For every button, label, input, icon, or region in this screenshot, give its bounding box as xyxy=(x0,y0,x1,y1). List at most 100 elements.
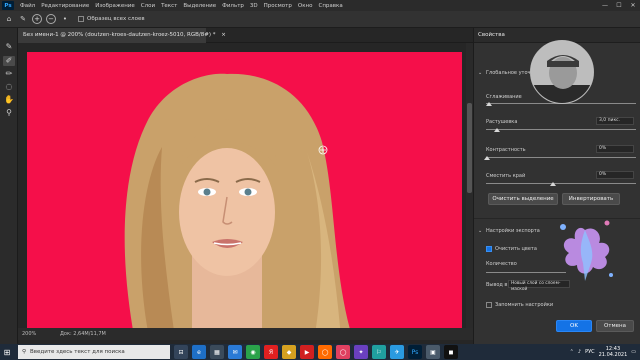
menu-image[interactable]: Изображение xyxy=(92,3,138,9)
menu-type[interactable]: Текст xyxy=(158,3,180,9)
chrome-icon[interactable]: ◉ xyxy=(246,345,260,359)
contrast-slider-knob[interactable] xyxy=(484,156,490,160)
menu-help[interactable]: Справка xyxy=(315,3,345,9)
windows-start-icon[interactable]: ⊞ xyxy=(0,345,14,359)
shift-edge-label: Сместить край xyxy=(486,173,526,179)
language-indicator[interactable]: РУС xyxy=(585,349,595,355)
firefox-icon[interactable]: ◯ xyxy=(318,345,332,359)
clock-date: 21.04.2021 xyxy=(598,352,628,358)
feather-slider-knob[interactable] xyxy=(494,128,500,132)
brush-size-icon[interactable]: • xyxy=(60,14,70,24)
invert-button[interactable]: Инвертировать xyxy=(562,193,620,205)
menu-3d[interactable]: 3D xyxy=(247,3,261,9)
output-settings-label: Настройки экспорта xyxy=(486,228,540,234)
shift-edge-slider[interactable] xyxy=(486,183,636,184)
menu-file[interactable]: Файл xyxy=(17,3,38,9)
brush-preset-icon[interactable]: ✎ xyxy=(18,14,28,24)
refine-edge-brush-icon[interactable]: ✐ xyxy=(3,56,15,66)
shift-edge-value[interactable]: 0% xyxy=(596,171,634,179)
amount-slider[interactable] xyxy=(486,272,566,273)
network-icon[interactable]: ⌃ xyxy=(570,349,574,355)
document-tab[interactable]: Без имени-1 @ 200% (doutzen-kroes-dautze… xyxy=(18,28,226,43)
photoshop-taskbar-icon[interactable]: Ps xyxy=(408,345,422,359)
decontaminate-checkbox[interactable] xyxy=(486,246,492,252)
ok-button[interactable]: OK xyxy=(556,320,592,332)
maximize-button[interactable]: ☐ xyxy=(612,0,626,11)
calculator-icon[interactable]: ▦ xyxy=(210,345,224,359)
shift-edge-slider-knob[interactable] xyxy=(550,182,556,186)
document-tab-bar: Без имени-1 @ 200% (doutzen-kroes-dautze… xyxy=(18,28,473,43)
panel-title: Свойства xyxy=(478,32,505,38)
vertical-scrollbar[interactable] xyxy=(466,43,473,328)
contrast-label: Контрастность xyxy=(486,147,526,153)
subtract-from-selection-icon[interactable]: − xyxy=(46,14,56,24)
feather-value[interactable]: 3,0 пикс. xyxy=(596,117,634,125)
volume-icon[interactable]: ♪ xyxy=(578,349,581,355)
sample-all-layers-label: Образец всех слоев xyxy=(87,16,145,22)
clear-selection-button[interactable]: Очистить выделение xyxy=(488,193,558,205)
task-view-icon[interactable]: ⊟ xyxy=(174,345,188,359)
app2-icon[interactable]: ⚐ xyxy=(372,345,386,359)
menu-select[interactable]: Выделение xyxy=(180,3,219,9)
document-canvas[interactable] xyxy=(27,52,462,328)
smooth-label: Сглаживание xyxy=(486,94,522,100)
output-to-label: Вывод в: xyxy=(486,282,510,288)
document-tab-title: Без имени-1 @ 200% (doutzen-kroes-dautze… xyxy=(23,32,216,38)
contrast-value[interactable]: 0% xyxy=(596,145,634,153)
yandex-icon[interactable]: Я xyxy=(264,345,278,359)
smooth-slider-knob[interactable] xyxy=(486,102,492,106)
files-icon[interactable]: ◆ xyxy=(282,345,296,359)
menu-edit[interactable]: Редактирование xyxy=(38,3,92,9)
app4-icon[interactable]: ◼ xyxy=(444,345,458,359)
telegram-icon[interactable]: ✈ xyxy=(390,345,404,359)
photoshop-logo: Ps xyxy=(2,1,14,10)
paint-splash-logo xyxy=(560,220,613,281)
system-tray: ⌃ ♪ РУС 12:43 21.04.2021 ▭ xyxy=(570,344,636,360)
close-button[interactable]: ✕ xyxy=(626,0,640,11)
webcam-overlay xyxy=(530,40,594,104)
home-icon[interactable]: ⌂ xyxy=(4,14,14,24)
minimize-button[interactable]: — xyxy=(598,0,612,11)
zoom-level[interactable]: 200% xyxy=(22,328,36,340)
tab-close-icon[interactable]: × xyxy=(221,32,226,38)
doc-info: Док: 2,64М/11,7М xyxy=(60,331,106,337)
remember-settings-checkbox[interactable] xyxy=(486,302,492,308)
menu-layers[interactable]: Слои xyxy=(138,3,158,9)
taskbar-search-placeholder: Введите здесь текст для поиска xyxy=(30,349,125,355)
add-to-selection-icon[interactable]: + xyxy=(32,14,42,24)
tools-panel: ✎ ✐ ✏ ◌ ✋ ⚲ xyxy=(0,28,18,344)
search-icon: ⚲ xyxy=(22,349,27,355)
app3-icon[interactable]: ▣ xyxy=(426,345,440,359)
menu-view[interactable]: Просмотр xyxy=(261,3,295,9)
zoom-tool-icon[interactable]: ⚲ xyxy=(3,108,15,118)
amount-label: Количество xyxy=(486,261,517,267)
sample-all-layers-checkbox[interactable] xyxy=(78,16,84,22)
opera-icon[interactable]: ◯ xyxy=(336,345,350,359)
options-bar: ⌂ ✎ + − • Образец всех слоев xyxy=(0,11,640,28)
scroll-thumb[interactable] xyxy=(467,103,472,193)
lasso-tool-icon[interactable]: ◌ xyxy=(3,82,15,92)
clock[interactable]: 12:43 21.04.2021 xyxy=(599,346,628,358)
quick-selection-tool-icon[interactable]: ✎ xyxy=(3,42,15,52)
edge-icon[interactable]: e xyxy=(192,345,206,359)
brush-tool-icon[interactable]: ✏ xyxy=(3,69,15,79)
notifications-icon[interactable]: ▭ xyxy=(631,349,636,355)
webcam-person-image xyxy=(531,41,593,103)
cancel-button[interactable]: Отмена xyxy=(596,320,634,332)
menu-filter[interactable]: Фильтр xyxy=(219,3,247,9)
feather-slider[interactable] xyxy=(486,129,636,130)
youtube-icon[interactable]: ▶ xyxy=(300,345,314,359)
decontaminate-label: Очистить цвета xyxy=(495,246,537,252)
status-bar: 200% Док: 2,64М/11,7М xyxy=(18,328,473,340)
canvas-area xyxy=(18,43,473,328)
portrait-image xyxy=(124,73,350,328)
chevron-down-icon[interactable]: ⌄ xyxy=(478,228,482,234)
hand-tool-icon[interactable]: ✋ xyxy=(3,95,15,105)
mail-icon[interactable]: ✉ xyxy=(228,345,242,359)
taskbar-search-box[interactable]: ⚲ Введите здесь текст для поиска xyxy=(18,345,170,359)
contrast-slider[interactable] xyxy=(486,157,636,158)
remember-settings-label: Запомнить настройки xyxy=(495,302,554,308)
app-icon[interactable]: ✦ xyxy=(354,345,368,359)
chevron-down-icon[interactable]: ⌄ xyxy=(478,70,482,76)
menu-window[interactable]: Окно xyxy=(295,3,316,9)
